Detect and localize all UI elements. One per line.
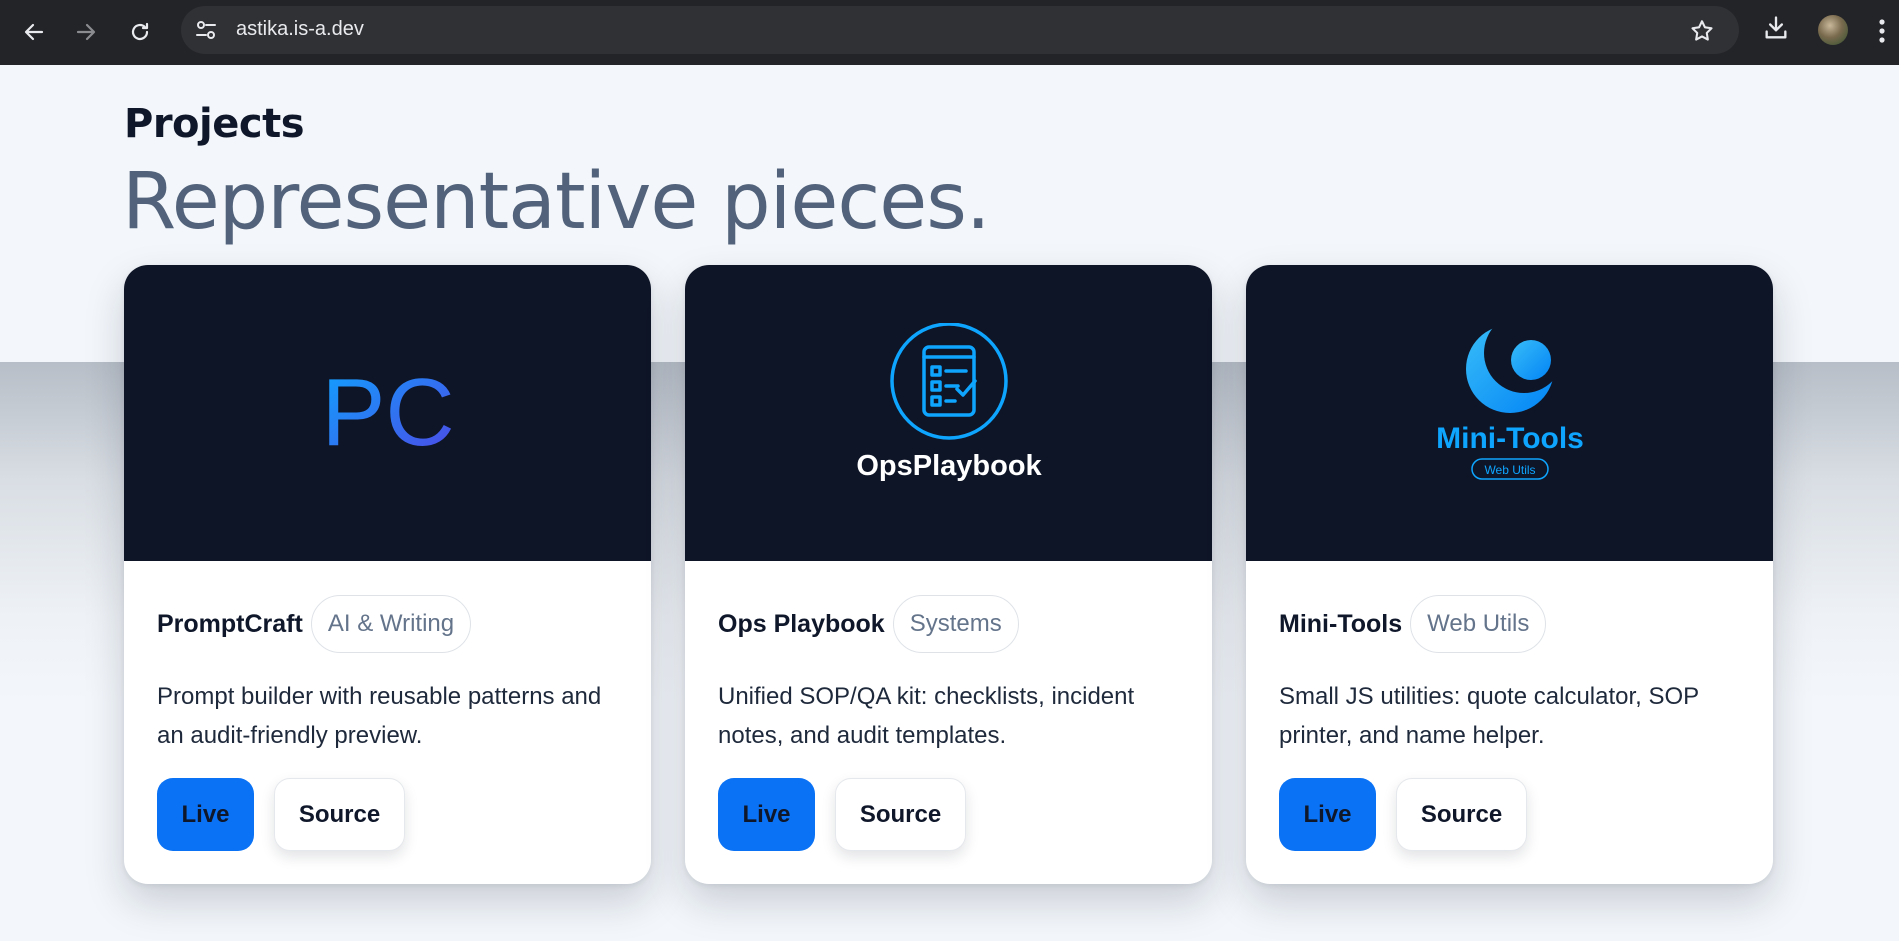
project-thumbnail: OpsPlaybook — [685, 265, 1212, 561]
project-description: Unified SOP/QA kit: checklists, incident… — [718, 683, 1135, 749]
project-title: PromptCraft — [157, 609, 303, 638]
promptcraft-logo: PC — [321, 359, 454, 466]
project-title-row: Mini-Tools Web Utils — [1279, 595, 1547, 653]
reload-icon — [131, 22, 149, 41]
section-eyebrow: Projects — [124, 101, 305, 147]
project-title: Mini-Tools — [1279, 609, 1403, 638]
project-card-ops-playbook: OpsPlaybook Ops Playbook Systems Unified… — [685, 265, 1212, 884]
source-button[interactable]: Source — [835, 778, 966, 851]
bookmark-star-icon[interactable] — [1689, 18, 1715, 44]
site-settings-icon[interactable] — [195, 20, 217, 40]
svg-text:OpsPlaybook: OpsPlaybook — [856, 450, 1042, 482]
url-text[interactable]: astika.is-a.dev — [236, 18, 364, 41]
opsplaybook-logo: OpsPlaybook — [856, 323, 1042, 482]
reload-button[interactable] — [120, 12, 160, 52]
source-button[interactable]: Source — [1396, 778, 1527, 851]
checklist-icon — [921, 345, 977, 417]
live-button[interactable]: Live — [157, 778, 254, 851]
project-tag: Systems — [892, 595, 1019, 653]
section-headline: Representative pieces. — [122, 157, 991, 247]
avatar[interactable] — [1818, 15, 1848, 45]
forward-arrow-icon — [76, 23, 96, 41]
project-description: Prompt builder with reusable patterns an… — [157, 683, 602, 749]
live-button[interactable]: Live — [718, 778, 815, 851]
address-bar[interactable]: astika.is-a.dev — [181, 6, 1739, 54]
kebab-menu-icon[interactable] — [1878, 18, 1886, 44]
project-card-promptcraft: PC PromptCraft AI & Writing Prompt build… — [124, 265, 651, 884]
source-button[interactable]: Source — [274, 778, 405, 851]
live-button[interactable]: Live — [1279, 778, 1376, 851]
svg-text:Web Utils: Web Utils — [1484, 463, 1535, 477]
back-button[interactable] — [14, 12, 54, 52]
svg-text:Mini-Tools: Mini-Tools — [1436, 422, 1584, 455]
project-description: Small JS utilities: quote calculator, SO… — [1279, 683, 1699, 749]
browser-toolbar: astika.is-a.dev — [0, 0, 1899, 65]
download-icon[interactable] — [1762, 14, 1790, 42]
svg-text:PC: PC — [321, 359, 454, 466]
forward-button[interactable] — [66, 12, 106, 52]
back-arrow-icon — [24, 23, 44, 41]
project-tag: AI & Writing — [310, 595, 472, 653]
project-title-row: Ops Playbook Systems — [718, 595, 1019, 653]
project-title-row: PromptCraft AI & Writing — [157, 595, 472, 653]
project-card-mini-tools: Mini-Tools Web Utils Mini-Tools Web Util… — [1246, 265, 1773, 884]
project-tag: Web Utils — [1410, 595, 1547, 653]
project-title: Ops Playbook — [718, 609, 885, 638]
project-thumbnail: Mini-Tools Web Utils — [1246, 265, 1773, 561]
minitools-logo: Mini-Tools Web Utils — [1436, 325, 1584, 480]
page-content: Projects Representative pieces. PC Promp… — [0, 65, 1899, 941]
project-thumbnail: PC — [124, 265, 651, 561]
